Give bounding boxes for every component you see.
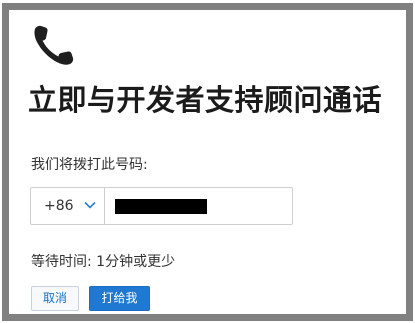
phone-number-field-group: +86 — [30, 187, 293, 225]
redacted-phone-number — [115, 199, 207, 214]
country-code-value: +86 — [44, 198, 74, 214]
chevron-down-icon — [84, 201, 96, 209]
phone-icon — [34, 25, 74, 65]
call-me-button[interactable]: 打给我 — [89, 286, 150, 311]
page-title: 立即与开发者支持顾问通话 — [28, 83, 383, 117]
wait-time-label: 等待时间: 1分钟或更少 — [31, 254, 176, 270]
phone-number-input[interactable] — [105, 188, 292, 224]
phone-prompt-label: 我们将拨打此号码: — [31, 157, 148, 173]
country-code-select[interactable]: +86 — [31, 188, 105, 224]
cancel-button[interactable]: 取消 — [31, 286, 79, 311]
